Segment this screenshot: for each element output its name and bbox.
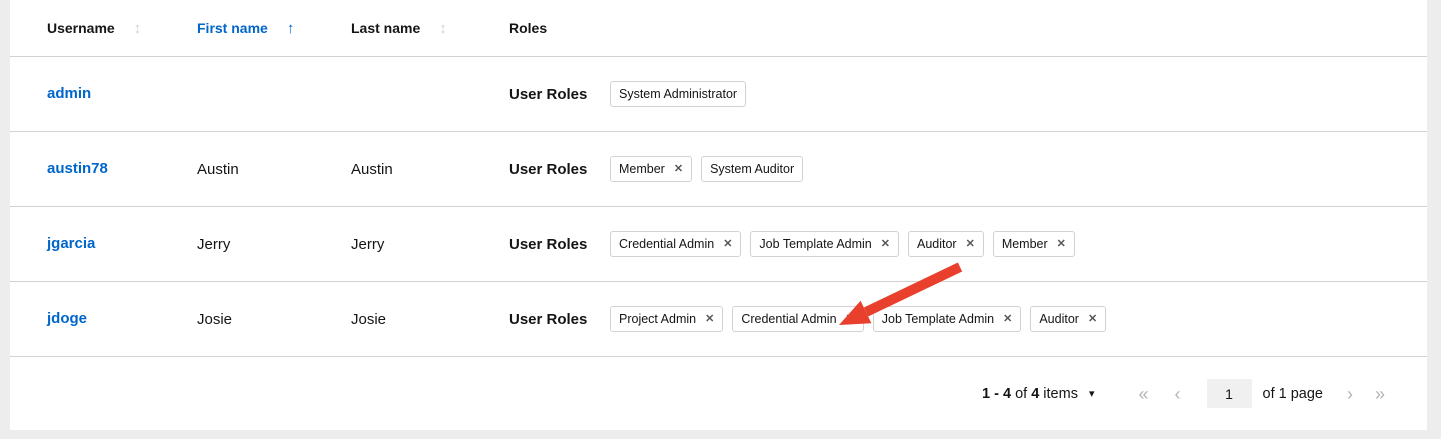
role-chip-group: Credential Admin ✕ Job Template Admin ✕ …	[610, 231, 1075, 257]
last-name-cell: Austin	[351, 161, 509, 178]
last-page-button[interactable]: »	[1375, 385, 1385, 403]
page-navigation: « ‹ of 1 page › »	[1138, 379, 1385, 408]
column-header-first-name[interactable]: First name ↑	[197, 20, 351, 37]
role-chip-label: System Administrator	[619, 87, 737, 101]
role-chip: Project Admin ✕	[610, 306, 723, 332]
pagination-bar: 1 - 4 of 4 items ▾ « ‹ of 1 page › »	[10, 357, 1427, 430]
remove-role-icon[interactable]: ✕	[723, 239, 732, 250]
items-of-word: of	[1015, 386, 1027, 402]
roles-cell: User Roles Project Admin ✕ Credential Ad…	[509, 306, 1427, 332]
username-cell: jdoge	[47, 310, 197, 328]
remove-role-icon[interactable]: ✕	[881, 239, 890, 250]
username-link-austin78[interactable]: austin78	[47, 160, 108, 177]
column-header-last-name-label: Last name	[351, 20, 420, 36]
role-chip-label: Project Admin	[619, 312, 696, 326]
remove-role-icon[interactable]: ✕	[966, 239, 975, 250]
current-page-input[interactable]	[1207, 379, 1252, 408]
role-chip-credential-admin: Credential Admin ✕	[732, 306, 863, 332]
role-chip-group: System Administrator	[610, 81, 746, 107]
table-row: admin User Roles System Administrator	[10, 57, 1427, 132]
chevron-down-icon: ▾	[1089, 387, 1095, 400]
users-table-card: Username ↕ First name ↑ Last name ↕ Role…	[10, 0, 1427, 430]
table-row: austin78 Austin Austin User Roles Member…	[10, 132, 1427, 207]
items-summary: 1 - 4 of 4 items	[982, 386, 1078, 402]
column-header-last-name[interactable]: Last name ↕	[351, 20, 509, 37]
items-range: 1 - 4	[982, 386, 1011, 402]
role-chip-label: Job Template Admin	[882, 312, 994, 326]
user-roles-label: User Roles	[509, 311, 610, 328]
user-roles-label: User Roles	[509, 86, 610, 103]
role-chip: Auditor ✕	[908, 231, 984, 257]
username-link-jdoge[interactable]: jdoge	[47, 310, 87, 327]
sort-ascending-icon[interactable]: ↑	[287, 20, 295, 37]
column-header-roles-label: Roles	[509, 20, 547, 36]
username-cell: jgarcia	[47, 235, 197, 253]
role-chip: Auditor ✕	[1030, 306, 1106, 332]
role-chip: Member ✕	[610, 156, 692, 182]
username-cell: austin78	[47, 160, 197, 178]
items-word: items	[1043, 386, 1078, 402]
role-chip: Member ✕	[993, 231, 1075, 257]
credential-admin-remove-icon[interactable]: ✕	[846, 314, 855, 325]
page-count-label: of 1 page	[1263, 386, 1323, 402]
role-chip-label: Auditor	[1039, 312, 1079, 326]
column-header-first-name-label: First name	[197, 20, 268, 36]
role-chip-label: Credential Admin	[619, 237, 714, 251]
user-roles-label: User Roles	[509, 236, 610, 253]
roles-cell: User Roles Member ✕ System Auditor	[509, 156, 1427, 182]
table-header-row: Username ↕ First name ↑ Last name ↕ Role…	[10, 0, 1427, 57]
role-chip: System Administrator	[610, 81, 746, 107]
remove-role-icon[interactable]: ✕	[1057, 239, 1066, 250]
role-chip-group: Project Admin ✕ Credential Admin ✕ Job T…	[610, 306, 1106, 332]
last-name-cell: Jerry	[351, 236, 509, 253]
column-header-roles: Roles	[509, 20, 1427, 36]
roles-cell: User Roles Credential Admin ✕ Job Templa…	[509, 231, 1427, 257]
first-name-cell: Josie	[197, 311, 351, 328]
role-chip-label: System Auditor	[710, 162, 794, 176]
items-total: 4	[1031, 386, 1039, 402]
column-header-username-label: Username	[47, 20, 115, 36]
column-header-username[interactable]: Username ↕	[47, 20, 197, 37]
role-chip-label: Member	[1002, 237, 1048, 251]
first-page-button[interactable]: «	[1138, 385, 1148, 403]
role-chip: Job Template Admin ✕	[750, 231, 899, 257]
role-chip: Credential Admin ✕	[610, 231, 741, 257]
username-link-admin[interactable]: admin	[47, 85, 91, 102]
username-link-jgarcia[interactable]: jgarcia	[47, 235, 95, 252]
role-chip-label: Auditor	[917, 237, 957, 251]
table-row: jgarcia Jerry Jerry User Roles Credentia…	[10, 207, 1427, 282]
last-name-cell: Josie	[351, 311, 509, 328]
next-page-button[interactable]: ›	[1347, 385, 1353, 403]
role-chip: Job Template Admin ✕	[873, 306, 1022, 332]
role-chip-group: Member ✕ System Auditor	[610, 156, 803, 182]
remove-role-icon[interactable]: ✕	[705, 314, 714, 325]
role-chip-label: Credential Admin	[741, 312, 836, 326]
per-page-menu-toggle[interactable]: 1 - 4 of 4 items ▾	[982, 386, 1094, 402]
role-chip-label: Job Template Admin	[759, 237, 871, 251]
sort-icon[interactable]: ↕	[134, 20, 142, 37]
role-chip: System Auditor	[701, 156, 803, 182]
remove-role-icon[interactable]: ✕	[674, 164, 683, 175]
username-cell: admin	[47, 85, 197, 103]
remove-role-icon[interactable]: ✕	[1088, 314, 1097, 325]
sort-icon[interactable]: ↕	[439, 20, 447, 37]
user-roles-label: User Roles	[509, 161, 610, 178]
first-name-cell: Austin	[197, 161, 351, 178]
roles-cell: User Roles System Administrator	[509, 81, 1427, 107]
previous-page-button[interactable]: ‹	[1175, 385, 1181, 403]
remove-role-icon[interactable]: ✕	[1003, 314, 1012, 325]
first-name-cell: Jerry	[197, 236, 351, 253]
table-row: jdoge Josie Josie User Roles Project Adm…	[10, 282, 1427, 357]
role-chip-label: Member	[619, 162, 665, 176]
